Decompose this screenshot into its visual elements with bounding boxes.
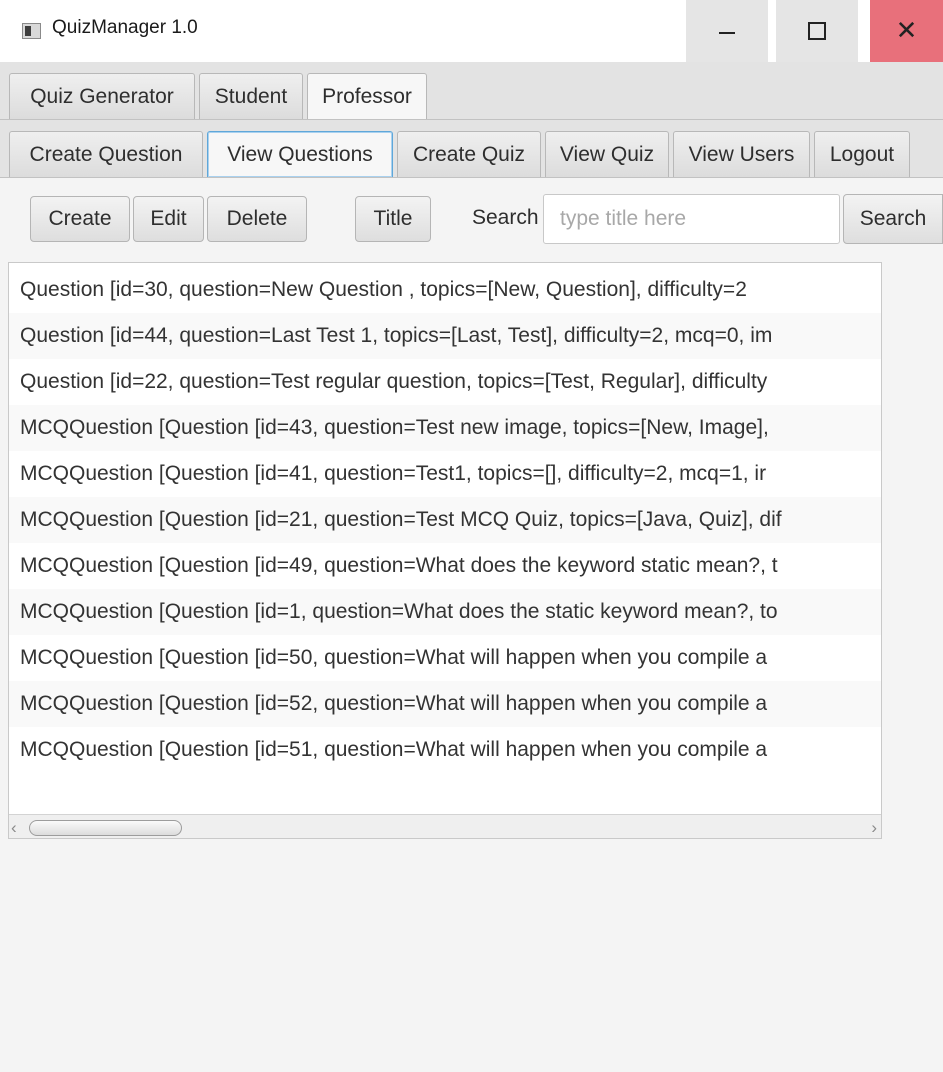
app-icon <box>22 23 41 39</box>
list-item[interactable]: Question [id=22, question=Test regular q… <box>9 359 881 405</box>
list-item[interactable]: MCQQuestion [Question [id=50, question=W… <box>9 635 881 681</box>
list-item[interactable]: MCQQuestion [Question [id=41, question=T… <box>9 451 881 497</box>
search-input[interactable] <box>543 194 840 244</box>
delete-button[interactable]: Delete <box>207 196 307 242</box>
list-item[interactable]: Question [id=44, question=Last Test 1, t… <box>9 313 881 359</box>
tab-create-quiz[interactable]: Create Quiz <box>397 131 541 177</box>
main-tab-bar: Quiz Generator Student Professor <box>0 62 943 120</box>
toolbar: Create Edit Delete Title Search Search <box>0 178 943 262</box>
list-item[interactable]: Question [id=30, question=New Question ,… <box>9 267 881 313</box>
tab-professor[interactable]: Professor <box>307 73 427 119</box>
tab-view-quiz[interactable]: View Quiz <box>545 131 669 177</box>
list-item[interactable]: MCQQuestion [Question [id=43, question=T… <box>9 405 881 451</box>
tab-view-users[interactable]: View Users <box>673 131 810 177</box>
question-list[interactable]: Question [id=30, question=New Question ,… <box>8 262 882 839</box>
list-item[interactable]: MCQQuestion [Question [id=51, question=W… <box>9 727 881 773</box>
close-button[interactable]: ✕ <box>870 0 943 62</box>
search-label: Search <box>472 206 539 229</box>
tab-quiz-generator[interactable]: Quiz Generator <box>9 73 195 119</box>
list-item[interactable]: MCQQuestion [Question [id=49, question=W… <box>9 543 881 589</box>
title-sort-button[interactable]: Title <box>355 196 431 242</box>
list-item[interactable]: MCQQuestion [Question [id=21, question=T… <box>9 497 881 543</box>
maximize-button[interactable] <box>776 0 858 62</box>
window-title: QuizManager 1.0 <box>52 17 198 38</box>
create-button[interactable]: Create <box>30 196 130 242</box>
list-item[interactable]: MCQQuestion [Question [id=1, question=Wh… <box>9 589 881 635</box>
list-item[interactable]: MCQQuestion [Question [id=52, question=W… <box>9 681 881 727</box>
chevron-left-icon[interactable]: ‹ <box>11 818 17 838</box>
minimize-button[interactable] <box>686 0 768 62</box>
tab-view-questions[interactable]: View Questions <box>207 131 393 177</box>
search-button[interactable]: Search <box>843 194 943 244</box>
sub-tab-bar: Create Question View Questions Create Qu… <box>0 120 943 178</box>
tab-logout[interactable]: Logout <box>814 131 910 177</box>
tab-create-question[interactable]: Create Question <box>9 131 203 177</box>
close-icon: ✕ <box>895 16 918 46</box>
scrollbar-thumb[interactable] <box>29 820 182 836</box>
title-bar: QuizManager 1.0 ✕ <box>0 0 943 62</box>
horizontal-scrollbar[interactable]: ‹ › <box>9 814 881 838</box>
minimize-icon <box>719 32 735 34</box>
tab-student[interactable]: Student <box>199 73 303 119</box>
maximize-icon <box>808 22 826 40</box>
chevron-right-icon[interactable]: › <box>871 818 877 838</box>
edit-button[interactable]: Edit <box>133 196 204 242</box>
